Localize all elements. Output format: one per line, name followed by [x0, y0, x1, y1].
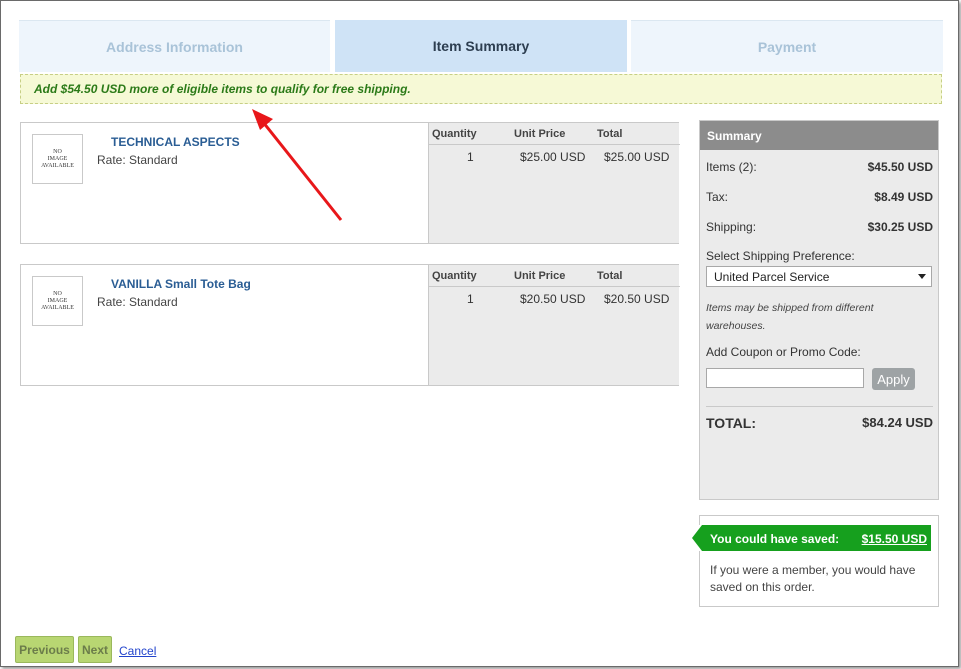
annotation-arrow-icon [252, 109, 343, 221]
checkout-window: Address Information Item Summary Payment… [0, 0, 959, 667]
